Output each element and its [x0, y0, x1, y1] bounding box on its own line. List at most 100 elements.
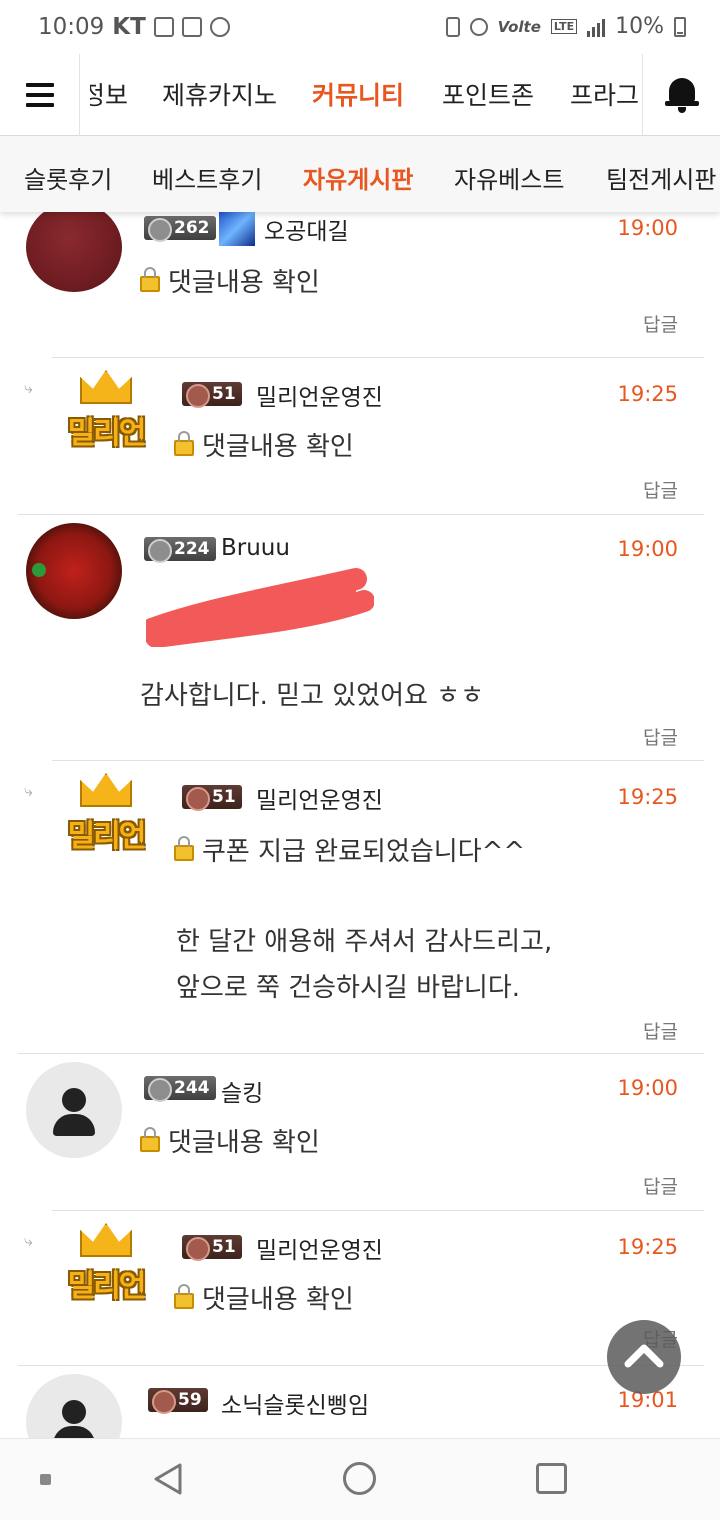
top-nav: 게임정보 제휴카지노 커뮤니티 포인트존 프라그 — [0, 54, 720, 136]
reply-button[interactable]: 답글 — [643, 310, 678, 337]
comment-body: 감사합니다. 믿고 있었어요 ㅎㅎ — [140, 681, 485, 711]
tab-game-info[interactable]: 게임정보 — [90, 76, 128, 112]
level-icon — [219, 212, 255, 246]
nickname[interactable]: 밀리언운영진 — [256, 1231, 383, 1265]
level-badge: 262 — [144, 216, 216, 242]
level-badge: 51 — [182, 382, 242, 408]
level-badge: 51 — [182, 1235, 242, 1261]
comment-item: 244 슬킹 19:00 댓글내용 확인 답글 — [18, 1053, 704, 1210]
assistant-dot-icon[interactable] — [40, 1474, 51, 1485]
reply-arrow-icon: ⤷ — [24, 1231, 33, 1250]
status-carrier: KT — [112, 14, 146, 40]
status-time: 10:09 — [38, 14, 105, 40]
reply-button[interactable]: 답글 — [643, 1017, 678, 1044]
lte-label: LTE — [550, 19, 578, 34]
analytics-icon — [181, 17, 202, 37]
comment-body-line3: 앞으로 쭉 건승하시길 바랍니다. — [176, 973, 521, 1003]
battery-percent: 10% — [615, 14, 664, 39]
reply-button[interactable]: 답글 — [643, 476, 678, 503]
alarm-icon — [469, 17, 488, 36]
crown-icon — [80, 1223, 132, 1257]
comment-body: 댓글내용 확인 — [174, 1277, 354, 1323]
lock-icon — [174, 836, 194, 861]
comment-body-line1: 쿠폰 지급 완료되었습니다^^ — [174, 829, 525, 875]
lock-icon — [140, 1127, 160, 1152]
crown-icon — [80, 370, 132, 404]
logo-text: 밀리언 — [67, 416, 147, 451]
comment-body-line2: 한 달간 애용해 주셔서 감사드리고, — [176, 927, 553, 957]
person-icon — [62, 1088, 86, 1112]
level-badge: 59 — [148, 1388, 208, 1414]
comment-time: 19:25 — [617, 382, 678, 406]
nickname[interactable]: 소닉슬롯신삥임 — [221, 1386, 369, 1420]
home-icon[interactable] — [343, 1462, 376, 1495]
nickname[interactable]: Bruuu — [221, 535, 290, 561]
avatar[interactable] — [26, 1062, 122, 1158]
tab-free-best[interactable]: 자유베스트 — [454, 160, 564, 195]
reply-item: ⤷ 밀리언 51 밀리언운영진 19:25 쿠폰 지급 완료되었습니다^^ 한 … — [24, 760, 704, 1053]
tab-community[interactable]: 커뮤니티 — [312, 76, 404, 112]
scroll-to-top-button[interactable] — [607, 1320, 681, 1394]
gallery-icon — [153, 17, 174, 37]
tab-pragmatic[interactable]: 프라그 — [570, 76, 639, 112]
reply-arrow-icon: ⤷ — [24, 781, 33, 800]
tab-team-board[interactable]: 팀전게시판 — [606, 160, 716, 195]
avatar[interactable] — [26, 523, 122, 619]
comment-body: 댓글내용 확인 — [140, 260, 320, 306]
lock-icon — [174, 1284, 194, 1309]
nickname[interactable]: 밀리언운영진 — [256, 781, 383, 815]
reply-item: ⤷ 밀리언 51 밀리언운영진 19:25 댓글내용 확인 답글 — [24, 1210, 704, 1365]
comment-time: 19:00 — [617, 1076, 678, 1100]
crown-icon — [80, 773, 132, 807]
volte-label: Volte — [497, 17, 541, 36]
lock-icon — [174, 431, 194, 456]
redaction-mark — [146, 568, 374, 647]
logo-text: 밀리언 — [67, 1269, 147, 1304]
status-bar: 10:09 KT Volte LTE 10% — [0, 0, 720, 54]
menu-icon[interactable] — [0, 54, 80, 136]
comment-item: 59 소닉슬롯신삥임 19:01 — [18, 1365, 704, 1438]
avatar[interactable] — [26, 212, 122, 292]
level-badge: 244 — [144, 1076, 216, 1102]
million-logo[interactable]: 밀리언 — [58, 370, 154, 452]
nickname[interactable]: 밀리언운영진 — [256, 378, 383, 412]
tab-point-zone[interactable]: 포인트존 — [442, 76, 534, 112]
vibrate-icon — [445, 16, 460, 37]
nickname[interactable]: 오공대길 — [264, 212, 349, 246]
comment-time: 19:00 — [617, 216, 678, 240]
reply-button[interactable]: 답글 — [643, 1172, 678, 1199]
tab-best-reviews[interactable]: 베스트후기 — [152, 160, 262, 195]
signal-icon — [587, 17, 606, 37]
bell-icon — [665, 78, 699, 113]
comment-list: 262 오공대길 19:00 댓글내용 확인 답글 ⤷ 밀리언 51 밀리언운영… — [0, 212, 720, 1438]
lock-icon — [140, 267, 160, 292]
level-badge: 224 — [144, 537, 216, 563]
tab-free-board[interactable]: 자유게시판 — [303, 160, 413, 195]
alarm-icon — [209, 17, 230, 37]
back-icon[interactable] — [150, 1461, 186, 1497]
comment-item: 262 오공대길 19:00 댓글내용 확인 답글 — [18, 212, 704, 347]
tab-partner-casino[interactable]: 제휴카지노 — [162, 76, 277, 112]
comment-time: 19:00 — [617, 537, 678, 561]
million-logo[interactable]: 밀리언 — [58, 773, 154, 855]
person-icon — [62, 1400, 86, 1424]
status-right: Volte LTE 10% — [445, 14, 686, 39]
comment-body: 댓글내용 확인 — [174, 424, 354, 470]
status-left: 10:09 KT — [38, 14, 230, 40]
battery-icon — [674, 16, 686, 37]
system-nav-bar — [0, 1438, 720, 1520]
million-logo[interactable]: 밀리언 — [58, 1223, 154, 1305]
reply-button[interactable]: 답글 — [643, 723, 678, 750]
chevron-up-icon — [624, 1344, 664, 1368]
avatar[interactable] — [26, 1374, 122, 1438]
sub-nav: 슬롯후기 베스트후기 자유게시판 자유베스트 팀전게시판 — [0, 136, 720, 212]
comment-time: 19:25 — [617, 1235, 678, 1259]
notification-button[interactable] — [642, 54, 720, 136]
top-nav-items: 게임정보 제휴카지노 커뮤니티 포인트존 프라그 — [80, 54, 642, 136]
comment-item: 224 Bruuu 19:00 감사합니다. 믿고 있었어요 ㅎㅎ 답글 — [18, 514, 704, 759]
nickname[interactable]: 슬킹 — [221, 1074, 263, 1108]
recent-apps-icon[interactable] — [536, 1463, 567, 1494]
comment-body: 댓글내용 확인 — [140, 1120, 320, 1166]
logo-text: 밀리언 — [67, 819, 147, 854]
tab-slot-reviews[interactable]: 슬롯후기 — [24, 160, 112, 195]
